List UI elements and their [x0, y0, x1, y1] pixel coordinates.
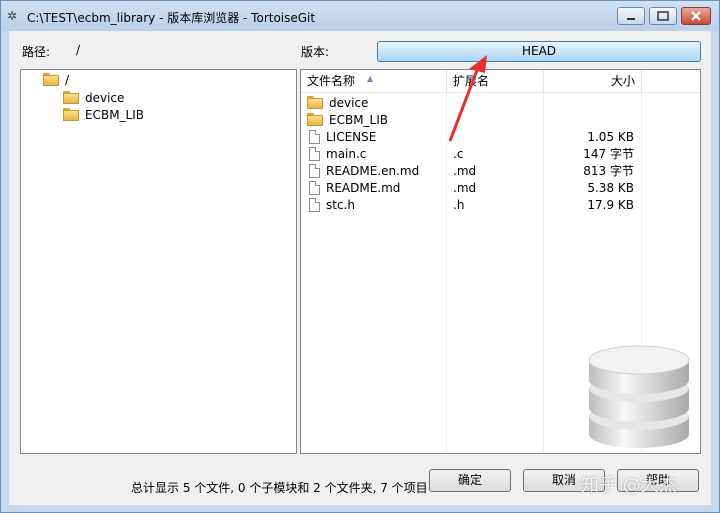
minimize-button[interactable] [617, 7, 645, 25]
path-value: / [76, 43, 81, 57]
watermark-text: 知乎 @大杰 [581, 475, 677, 496]
file-icon [309, 164, 320, 178]
list-item[interactable]: device [301, 95, 700, 112]
list-item[interactable]: README.md .md 5.38 KB [301, 180, 700, 197]
folder-icon [63, 91, 79, 104]
tree-root-label: / [65, 73, 70, 87]
database-icon [588, 345, 690, 448]
list-item[interactable]: LICENSE 1.05 KB [301, 129, 700, 146]
tortoisegit-icon: ✲ [7, 9, 18, 23]
folder-icon [43, 73, 59, 86]
tree-item-label: device [85, 91, 125, 105]
dialog-body: 路径: / 版本: HEAD / device ECBM_LIB 文件名称 ▲ … [9, 31, 711, 505]
tree-item-ecbm-lib[interactable]: ECBM_LIB [63, 107, 144, 124]
annotation-arrow [448, 55, 487, 142]
tree-root[interactable]: / [43, 72, 69, 89]
minimize-icon [627, 18, 635, 20]
list-item[interactable]: stc.h .h 17.9 KB [301, 197, 700, 214]
version-head-button[interactable]: HEAD [377, 41, 701, 62]
list-item[interactable]: README.en.md .md 813 字节 [301, 163, 700, 180]
repo-browser-window: ✲ C:\TEST\ecbm_library - 版本库浏览器 - Tortoi… [0, 0, 720, 513]
column-header-name[interactable]: 文件名称 ▲ [301, 70, 447, 92]
file-icon [309, 147, 320, 161]
folder-icon [307, 96, 323, 109]
folder-icon [63, 108, 79, 121]
tree-item-device[interactable]: device [63, 90, 124, 107]
close-icon [691, 11, 701, 21]
maximize-button[interactable] [649, 7, 677, 25]
window-title: C:\TEST\ecbm_library - 版本库浏览器 - Tortoise… [27, 11, 316, 25]
file-icon [309, 181, 320, 195]
list-item[interactable]: main.c .c 147 字节 [301, 146, 700, 163]
tree-item-label: ECBM_LIB [85, 108, 145, 122]
version-label: 版本: [301, 45, 330, 59]
list-item[interactable]: ECBM_LIB [301, 112, 700, 129]
file-list[interactable]: 文件名称 ▲ 扩展名 大小 device ECBM_LIB LICENSE 1.… [300, 69, 701, 454]
column-header-size[interactable]: 大小 [544, 70, 642, 92]
file-icon [309, 198, 320, 212]
file-icon [309, 130, 320, 144]
close-button[interactable] [681, 7, 711, 25]
sort-ascending-icon: ▲ [367, 74, 374, 83]
folder-icon [307, 113, 323, 126]
ok-button[interactable]: 确定 [429, 469, 511, 492]
status-summary: 总计显示 5 个文件, 0 个子模块和 2 个文件夹, 7 个项目 [131, 481, 428, 495]
title-bar[interactable]: ✲ C:\TEST\ecbm_library - 版本库浏览器 - Tortoi… [1, 1, 719, 31]
path-label: 路径: [22, 45, 51, 59]
folder-tree[interactable]: / device ECBM_LIB [20, 69, 297, 454]
maximize-icon [657, 11, 669, 21]
